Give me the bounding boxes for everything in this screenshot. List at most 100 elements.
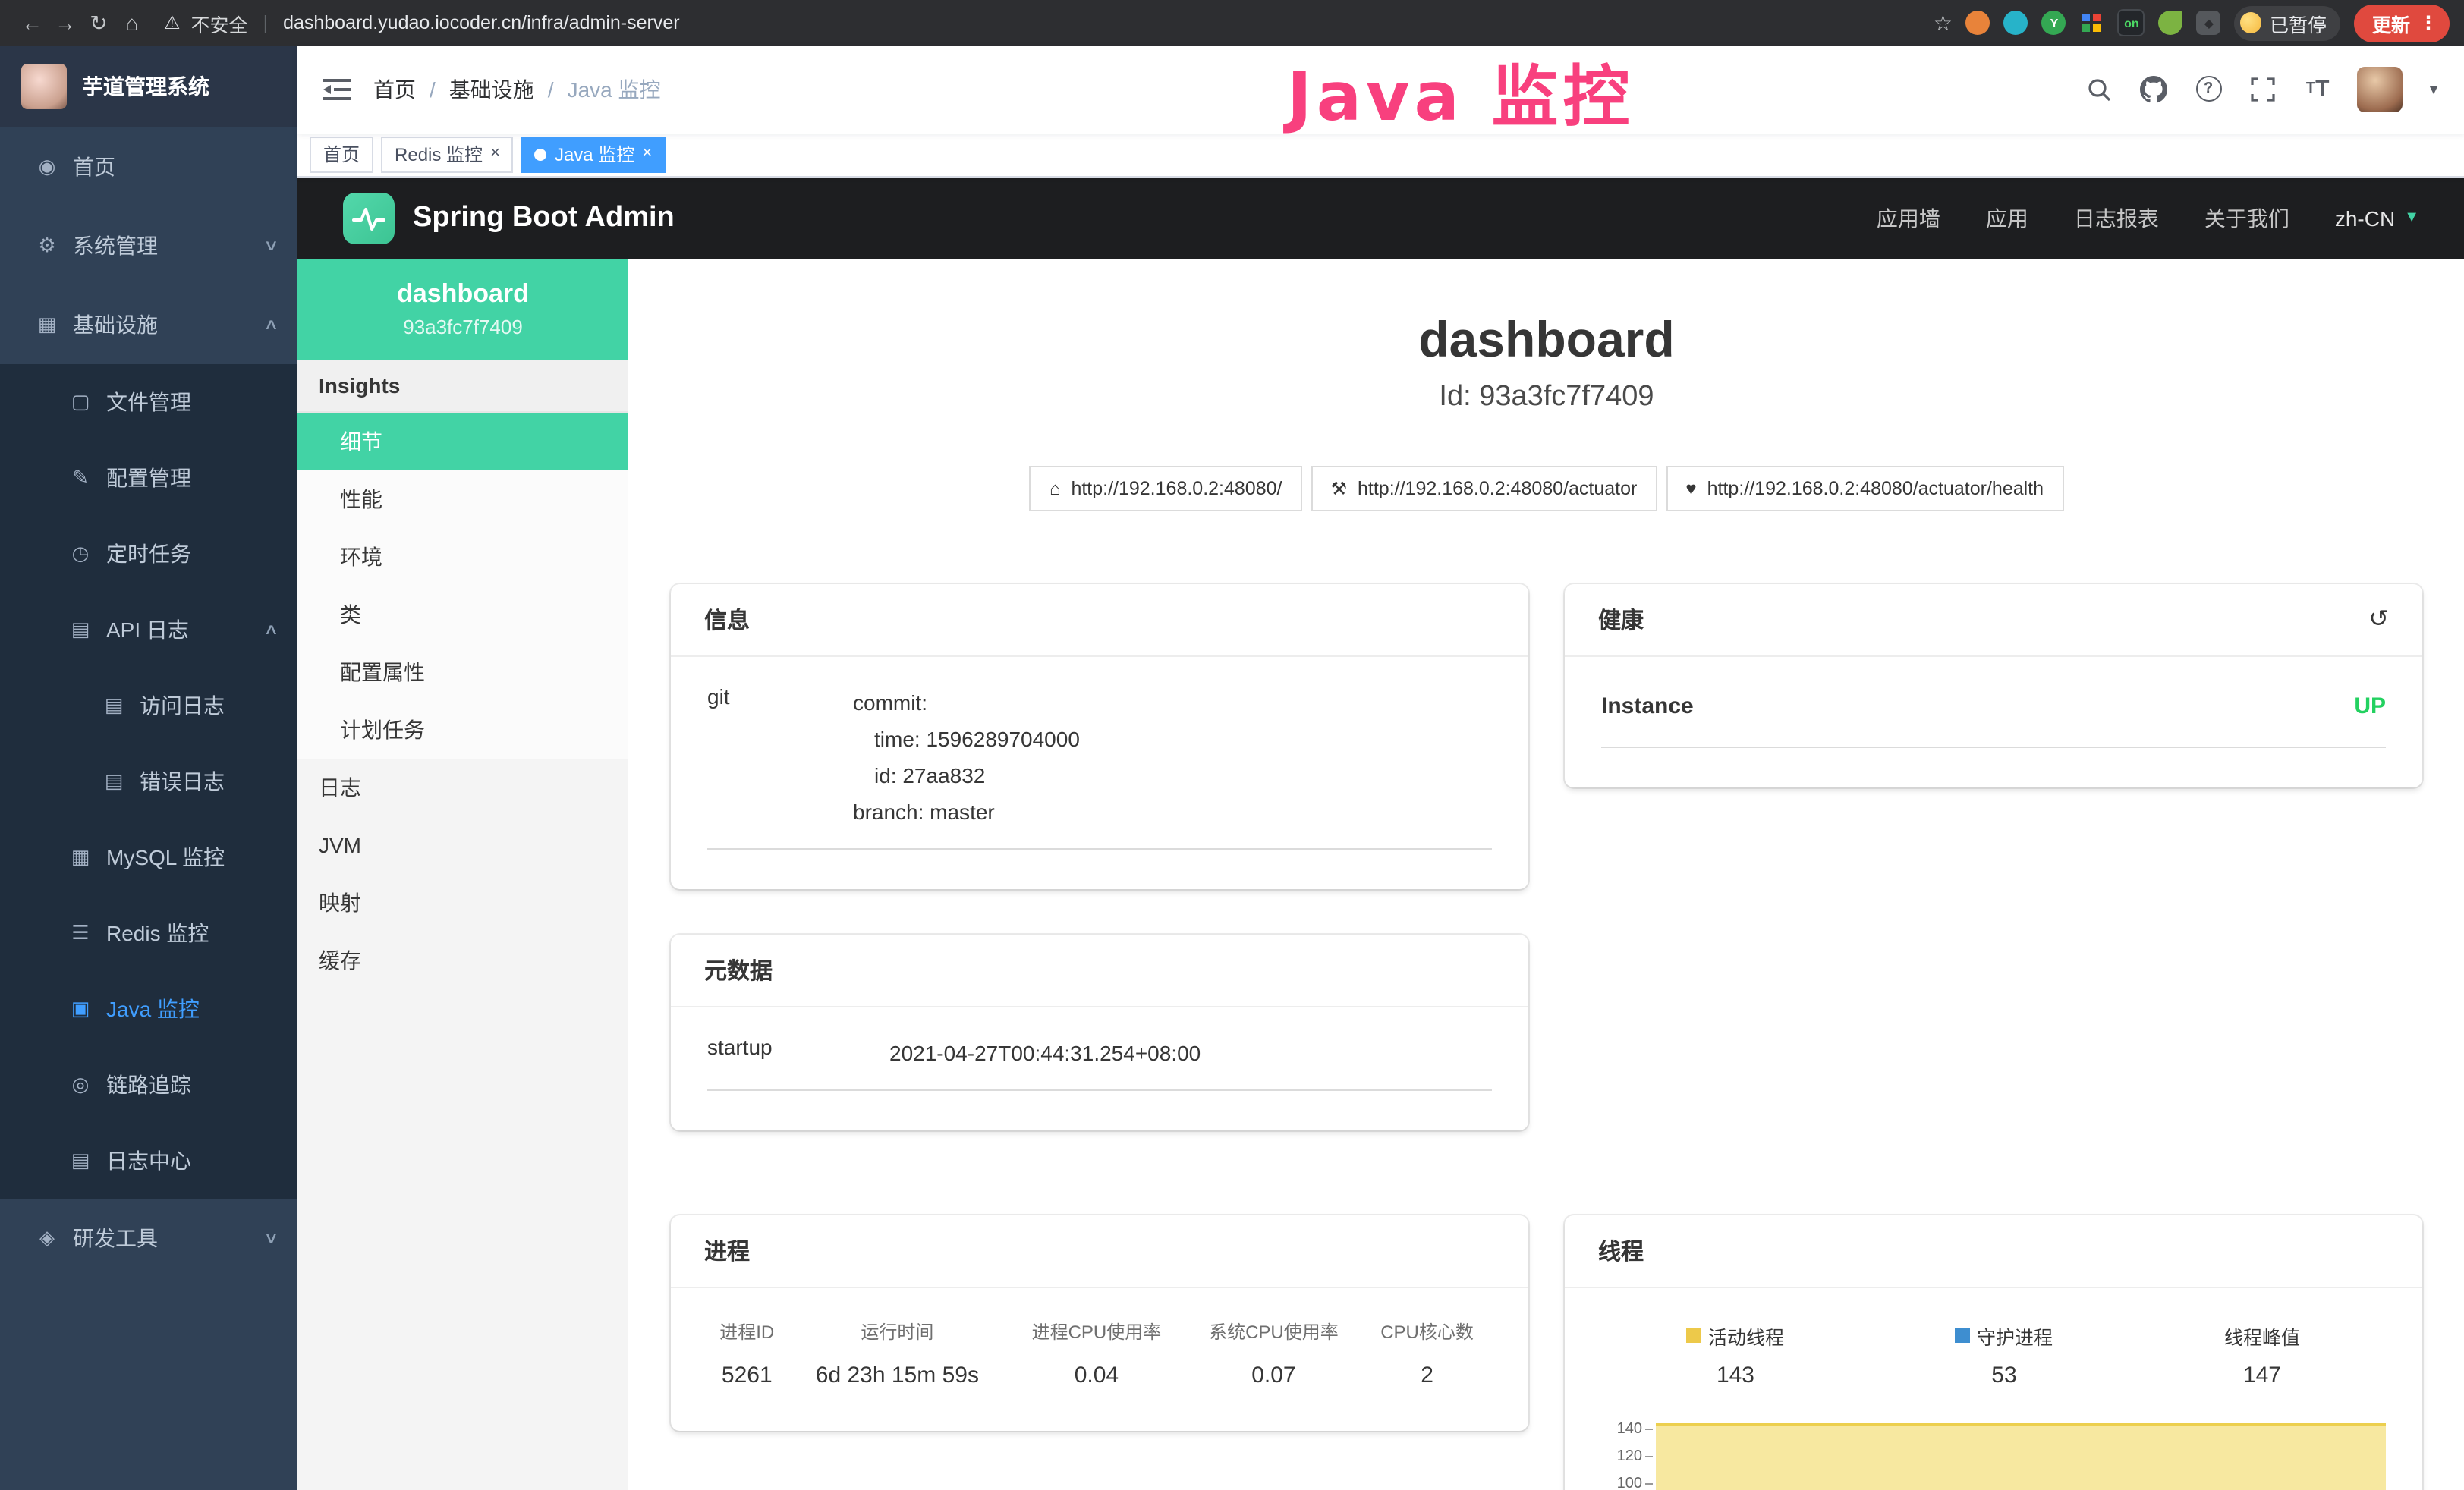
- reload-icon[interactable]: ↻: [82, 8, 115, 38]
- github-icon[interactable]: [2138, 74, 2169, 105]
- sidebar-item-log-center[interactable]: ▤ 日志中心: [0, 1123, 297, 1199]
- threads-chart-y-axis: 140 120 100: [1601, 1415, 1656, 1490]
- search-icon[interactable]: [2084, 74, 2114, 105]
- dashboard-icon: ◉: [33, 155, 61, 179]
- health-heart-icon: ♥: [1685, 477, 1696, 498]
- screen: ← → ↻ ⌂ ⚠ 不安全 | dashboard.yudao.iocoder.…: [0, 0, 2464, 1490]
- home-icon[interactable]: ⌂: [115, 8, 149, 38]
- tab-home[interactable]: 首页: [310, 137, 373, 173]
- on-badge-extension-icon[interactable]: on: [2118, 9, 2145, 36]
- app-sidebar: 芋道管理系统 ◉ 首页 ⚙ 系统管理 ∨ ▦ 基础设施 ∧ ▢ 文件管理: [0, 46, 297, 1490]
- sba-content: dashboard Id: 93a3fc7f7409 ⌂ http://192.…: [628, 259, 2464, 1490]
- browser-actions: ☆ Y on ◆ 已暂停 更新 ⋮: [1934, 4, 2450, 42]
- tab-close-icon[interactable]: ×: [490, 146, 500, 163]
- tab-close-icon[interactable]: ×: [642, 146, 652, 163]
- sidebar-item-scheduled-tasks[interactable]: ◷ 定时任务: [0, 516, 297, 592]
- paused-label: 已暂停: [2270, 8, 2327, 37]
- tags-view-bar: 首页 Redis 监控 × Java 监控 ×: [297, 134, 2464, 178]
- sidebar-item-file-management[interactable]: ▢ 文件管理: [0, 364, 297, 440]
- grid-extension-icon[interactable]: [2080, 11, 2104, 35]
- tab-java-monitor[interactable]: Java 监控 ×: [521, 137, 666, 173]
- sidebar-item-mysql-monitor[interactable]: ▦ MySQL 监控: [0, 819, 297, 895]
- breadcrumb-separator: /: [430, 77, 436, 102]
- infrastructure-icon: ▦: [33, 313, 61, 337]
- sidebar-item-config-management[interactable]: ✎ 配置管理: [0, 440, 297, 516]
- java-monitor-icon: ▣: [67, 997, 94, 1021]
- update-button[interactable]: 更新 ⋮: [2354, 4, 2450, 42]
- sidebar-fold-icon[interactable]: [322, 74, 352, 105]
- gear-icon: ⚙: [33, 234, 61, 258]
- avatar-caret-icon[interactable]: ▼: [2427, 82, 2440, 97]
- page-title: dashboard: [671, 310, 2422, 368]
- sidebar-item-error-logs[interactable]: ▤ 错误日志: [0, 743, 297, 819]
- history-icon[interactable]: ↺: [2368, 604, 2389, 634]
- sidebar-item-api-logs[interactable]: ▤ API 日志 ∧: [0, 592, 297, 668]
- sba-menu-jvm[interactable]: JVM: [297, 816, 628, 873]
- sba-menu-config-props[interactable]: 配置属性: [297, 643, 628, 700]
- home-icon: ⌂: [1049, 477, 1061, 498]
- sba-nav-journal[interactable]: 日志报表: [2074, 203, 2159, 234]
- sba-menu-mappings[interactable]: 映射: [297, 873, 628, 931]
- actuator-url-link[interactable]: ⚒ http://192.168.0.2:48080/actuator: [1311, 465, 1657, 511]
- sidebar-item-home[interactable]: ◉ 首页: [0, 127, 297, 206]
- tab-redis-monitor[interactable]: Redis 监控 ×: [381, 137, 514, 173]
- breadcrumb-home[interactable]: 首页: [373, 74, 416, 105]
- sba-menu-scheduled-tasks[interactable]: 计划任务: [297, 700, 628, 758]
- drop-extension-icon[interactable]: [2004, 11, 2028, 35]
- topbar-actions: ? TT ▼: [2084, 67, 2440, 112]
- fox-extension-icon[interactable]: [1966, 11, 1990, 35]
- leaf-extension-icon[interactable]: [2159, 11, 2183, 35]
- sba-nav-wallboard[interactable]: 应用墙: [1877, 203, 1940, 234]
- mysql-icon: ▦: [67, 845, 94, 869]
- info-git-row: git commit: time: 1596289704000 id: 27aa…: [707, 668, 1492, 849]
- health-card: 健康 ↺ Instance UP: [1565, 583, 2422, 787]
- breadcrumb-infrastructure[interactable]: 基础设施: [449, 74, 534, 105]
- sba-menu-environment[interactable]: 环境: [297, 527, 628, 585]
- sba-nav-applications[interactable]: 应用: [1986, 203, 2028, 234]
- service-url-link[interactable]: ⌂ http://192.168.0.2:48080/: [1030, 465, 1302, 511]
- threads-card: 线程 活动线程 143 守护进程: [1565, 1215, 2422, 1490]
- user-avatar[interactable]: [2357, 67, 2403, 112]
- sba-nav-about[interactable]: 关于我们: [2204, 203, 2289, 234]
- active-tab-dot: [535, 149, 547, 161]
- log-icon: ▤: [67, 618, 94, 642]
- sidebar-item-trace[interactable]: ◎ 链路追踪: [0, 1047, 297, 1123]
- legend-live-threads: 活动线程 143: [1687, 1321, 1784, 1388]
- browser-menu-icon[interactable]: ⋮: [2419, 12, 2437, 33]
- process-card-header: 进程: [671, 1215, 1528, 1287]
- sba-menu-classes[interactable]: 类: [297, 585, 628, 643]
- app-logo[interactable]: 芋道管理系统: [0, 46, 297, 127]
- sidebar-item-infrastructure[interactable]: ▦ 基础设施 ∧: [0, 285, 297, 364]
- wrench-icon: ⚒: [1330, 477, 1347, 498]
- sidebar-item-system-management[interactable]: ⚙ 系统管理 ∨: [0, 206, 297, 285]
- sba-menu-caches[interactable]: 缓存: [297, 931, 628, 989]
- sba-menu-details[interactable]: 细节: [297, 412, 628, 470]
- threads-chart: 140 120 100: [1601, 1415, 2386, 1490]
- threads-legend: 活动线程 143 守护进程 53 线程峰值 14: [1601, 1300, 2386, 1388]
- forward-icon[interactable]: →: [49, 8, 82, 38]
- threads-chart-plot: [1656, 1415, 2386, 1490]
- live-threads-area: [1656, 1422, 2386, 1490]
- puzzle-extension-icon[interactable]: ◆: [2197, 11, 2221, 35]
- profile-paused-badge[interactable]: 已暂停: [2235, 5, 2340, 40]
- chevron-down-icon: ▼: [2404, 210, 2419, 227]
- sba-locale-select[interactable]: zh-CN ▼: [2335, 206, 2419, 231]
- sba-brand-title[interactable]: Spring Boot Admin: [413, 202, 675, 235]
- health-card-header: 健康 ↺: [1565, 583, 2422, 656]
- sidebar-item-redis-monitor[interactable]: ☰ Redis 监控: [0, 895, 297, 971]
- sba-menu-performance[interactable]: 性能: [297, 470, 628, 527]
- back-icon[interactable]: ←: [15, 8, 49, 38]
- fullscreen-icon[interactable]: [2248, 74, 2278, 105]
- bookmark-star-icon[interactable]: ☆: [1934, 10, 1953, 36]
- help-icon[interactable]: ?: [2193, 74, 2223, 105]
- font-size-icon[interactable]: TT: [2302, 74, 2333, 105]
- green-extension-icon[interactable]: Y: [2042, 11, 2066, 35]
- address-bar[interactable]: ⚠ 不安全 | dashboard.yudao.iocoder.cn/infra…: [164, 8, 1934, 37]
- spring-boot-admin-logo-icon[interactable]: [343, 193, 395, 244]
- health-url-link[interactable]: ♥ http://192.168.0.2:48080/actuator/heal…: [1666, 465, 2063, 511]
- sidebar-item-dev-tools[interactable]: ◈ 研发工具 ∨: [0, 1199, 297, 1278]
- instance-header[interactable]: dashboard 93a3fc7f7409: [297, 259, 628, 359]
- sidebar-item-access-logs[interactable]: ▤ 访问日志: [0, 668, 297, 743]
- sba-menu-logs[interactable]: 日志: [297, 758, 628, 816]
- sidebar-item-java-monitor[interactable]: ▣ Java 监控: [0, 971, 297, 1047]
